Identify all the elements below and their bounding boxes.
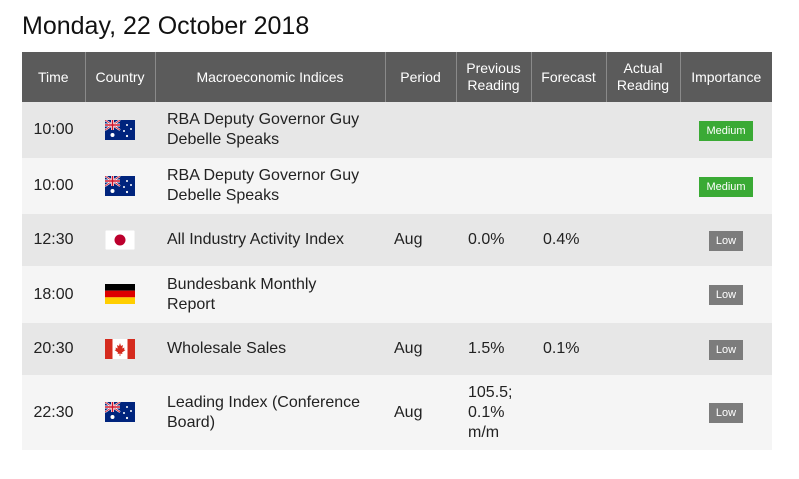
cell-country — [85, 375, 155, 450]
page-title: Monday, 22 October 2018 — [22, 12, 310, 40]
cell-previous: 0.0% — [456, 214, 531, 266]
australia-flag-icon — [105, 402, 135, 423]
table-row[interactable]: 20:30 Wholesale Sales Aug 1.5% 0.1% Low — [22, 323, 772, 375]
cell-previous — [456, 158, 531, 214]
cell-actual — [606, 214, 680, 266]
cell-period: Aug — [385, 214, 456, 266]
economic-calendar-table: Time Country Macroeconomic Indices Perio… — [22, 52, 772, 450]
header-actual-line1: Actual — [623, 60, 663, 76]
cell-event-link[interactable]: All Industry Activity Index — [155, 214, 385, 266]
cell-previous — [456, 102, 531, 158]
table-row[interactable]: 18:00 Bundesbank Monthly Report Low — [22, 266, 772, 323]
event-line1: RBA Deputy Governor Guy — [167, 111, 360, 128]
event-line2: Report — [167, 295, 216, 313]
cell-forecast — [531, 266, 606, 323]
header-forecast[interactable]: Forecast — [531, 52, 607, 102]
cell-actual — [606, 323, 680, 375]
previous-line1: 105.5; — [468, 383, 513, 401]
event-line1: Leading Index (Conference — [167, 393, 361, 411]
cell-importance: Low — [680, 375, 772, 450]
header-importance[interactable]: Importance — [680, 52, 772, 102]
cell-event-link[interactable]: RBA Deputy Governor Guy Debelle Speaks — [155, 102, 385, 158]
header-country[interactable]: Country — [85, 52, 156, 102]
cell-country — [85, 266, 155, 323]
cell-actual — [606, 158, 680, 214]
australia-flag-icon — [105, 119, 135, 140]
cell-forecast: 0.4% — [531, 214, 606, 266]
cell-period: Aug — [385, 375, 456, 450]
event-line1: All Industry Activity Index — [167, 231, 344, 248]
table-row[interactable]: 12:30 All Industry Activity Index Aug 0.… — [22, 214, 772, 266]
cell-actual — [606, 375, 680, 450]
event-line2: Debelle Speaks — [167, 187, 280, 204]
cell-period — [385, 158, 456, 214]
cell-previous: 105.5; 0.1% m/m — [456, 375, 531, 450]
cell-event-link[interactable]: RBA Deputy Governor Guy Debelle Speaks — [155, 158, 385, 214]
header-actual-line2: Reading — [616, 77, 670, 93]
previous-line2: 0.1% — [468, 403, 505, 421]
canada-flag-icon — [105, 338, 135, 359]
cell-forecast — [531, 158, 606, 214]
germany-flag-icon — [105, 284, 135, 305]
cell-actual — [606, 266, 680, 323]
importance-badge: Low — [708, 339, 744, 360]
cell-period: Aug — [385, 323, 456, 375]
cell-time: 10:00 — [22, 158, 85, 214]
header-previous[interactable]: Previous Reading — [456, 52, 532, 102]
cell-time: 18:00 — [22, 266, 85, 323]
table-row[interactable]: 10:00 RBA Deputy Governor Guy Debelle Spe… — [22, 158, 772, 214]
cell-period — [385, 266, 456, 323]
cell-time: 20:30 — [22, 323, 85, 375]
header-previous-line2: Reading — [467, 77, 520, 93]
table-row[interactable]: 22:30 Leading Index (Conference Board) Au… — [22, 375, 772, 450]
importance-badge: Low — [708, 403, 744, 423]
event-line2: Board) — [167, 413, 216, 431]
cell-country — [85, 158, 155, 214]
header-previous-line1: Previous — [466, 60, 521, 76]
cell-period — [385, 102, 456, 158]
cell-importance: Low — [680, 323, 772, 375]
table-header-row: Time Country Macroeconomic Indices Perio… — [22, 52, 772, 102]
importance-badge: Medium — [699, 120, 753, 141]
cell-event-link[interactable]: Bundesbank Monthly Report — [155, 266, 385, 323]
cell-country — [85, 214, 155, 266]
cell-importance: Low — [680, 266, 772, 323]
header-actual[interactable]: Actual Reading — [606, 52, 681, 102]
cell-importance: Medium — [680, 158, 772, 214]
japan-flag-icon — [105, 229, 135, 250]
cell-actual — [606, 102, 680, 158]
previous-line3: m/m — [468, 423, 500, 441]
cell-country — [85, 323, 155, 375]
cell-importance: Medium — [680, 102, 772, 158]
importance-badge: Medium — [699, 176, 753, 197]
cell-time: 22:30 — [22, 375, 85, 450]
header-period[interactable]: Period — [385, 52, 457, 102]
table-row[interactable]: 10:00 RBA Deputy Governor Guy Debelle Spe… — [22, 102, 772, 158]
cell-importance: Low — [680, 214, 772, 266]
cell-time: 10:00 — [22, 102, 85, 158]
importance-badge: Low — [708, 230, 744, 251]
cell-forecast — [531, 102, 606, 158]
event-line1: Bundesbank Monthly — [167, 275, 317, 293]
event-line2: Debelle Speaks — [167, 131, 280, 148]
event-line1: RBA Deputy Governor Guy — [167, 167, 360, 184]
cell-event-link[interactable]: Wholesale Sales — [155, 323, 385, 375]
cell-previous: 1.5% — [456, 323, 531, 375]
event-line1: Wholesale Sales — [167, 340, 287, 357]
australia-flag-icon — [105, 175, 135, 196]
cell-previous — [456, 266, 531, 323]
cell-forecast: 0.1% — [531, 323, 606, 375]
header-time[interactable]: Time — [22, 52, 86, 102]
cell-time: 12:30 — [22, 214, 85, 266]
cell-country — [85, 102, 155, 158]
header-indices[interactable]: Macroeconomic Indices — [155, 52, 386, 102]
cell-event-link[interactable]: Leading Index (Conference Board) — [155, 375, 385, 450]
importance-badge: Low — [708, 285, 744, 305]
cell-forecast — [531, 375, 606, 450]
